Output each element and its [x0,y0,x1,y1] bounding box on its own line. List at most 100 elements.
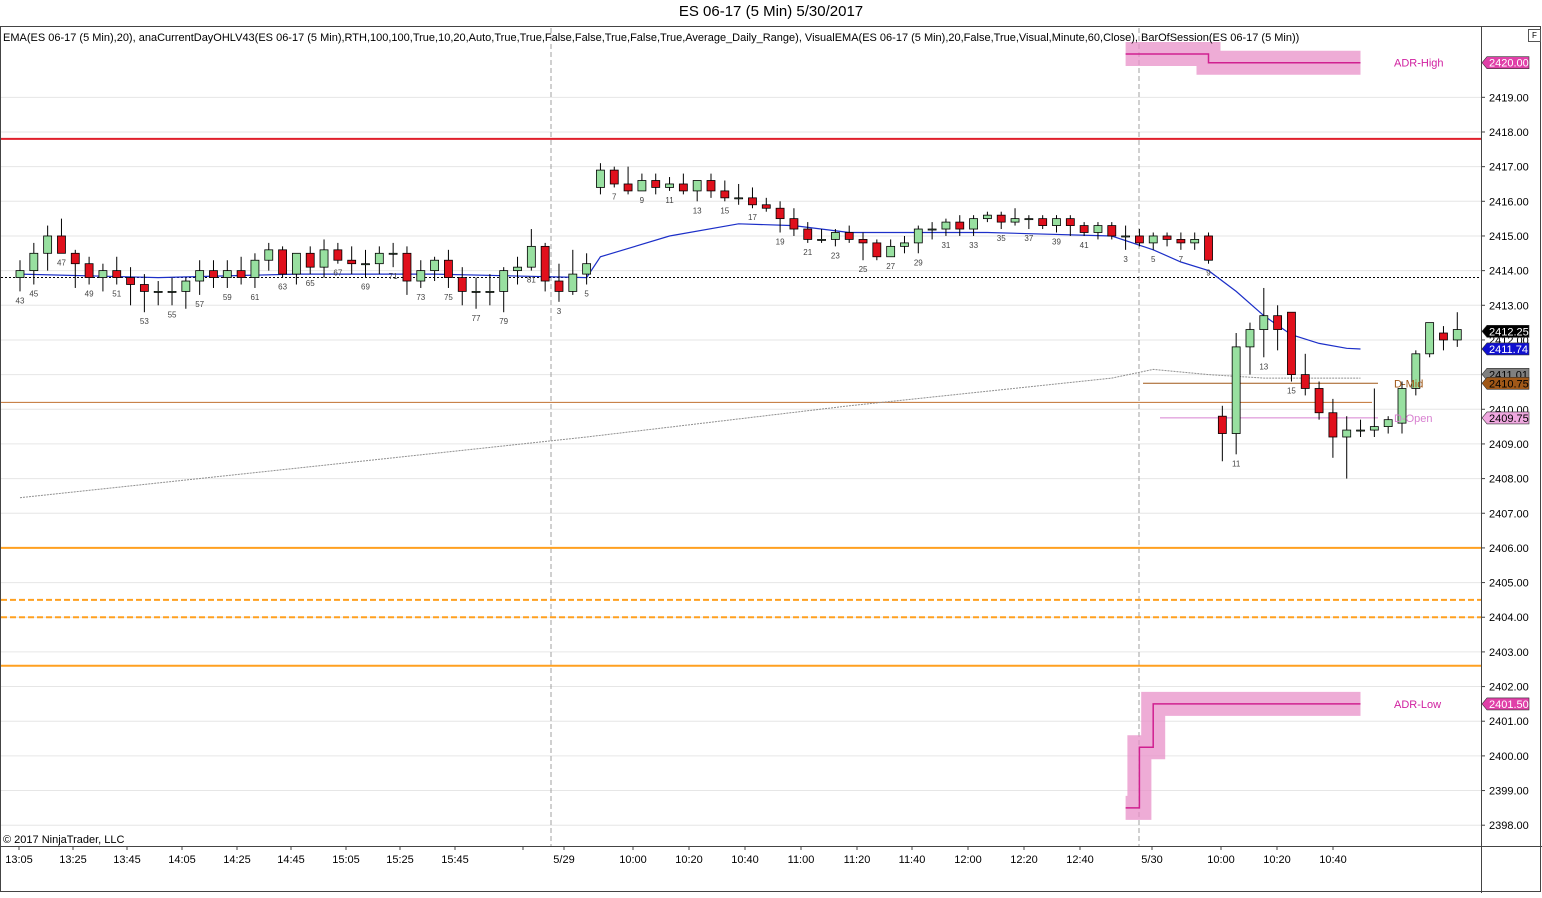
bar-number-label: 43 [16,296,25,305]
candle-body [1259,315,1269,330]
candle-body [554,280,564,292]
copyright-label: © 2017 NinjaTrader, LLC [3,834,125,846]
x-tick-label: 13:05 [5,854,33,866]
candle [374,246,384,275]
candle [444,249,453,288]
price-chart[interactable]: 2398.00 2399.00 2400.00 2401.00 2402.00 2403.… [0,26,1542,893]
bar-number-label: 73 [416,293,425,302]
candle-body [1439,332,1448,341]
y-tick-label: 2408.00 [1489,474,1529,486]
candle [153,281,163,306]
x-tick-label: 15:45 [441,854,469,866]
candle [1052,215,1061,233]
x-tick-label: 12:00 [954,854,982,866]
y-tick-label: 2404.00 [1489,612,1529,624]
candle-body [941,221,951,230]
candle [637,173,647,192]
candle [996,211,1006,230]
candle [236,256,246,285]
candle-body [1038,218,1048,226]
candle [761,197,771,212]
candle [1231,333,1241,455]
candle [1176,232,1186,250]
candle-body [29,252,39,272]
candle [1079,222,1089,236]
candle-body [236,270,246,278]
candle-body [609,169,619,185]
y-tick-label: 2406.00 [1489,543,1529,555]
x-tick-label: 15:05 [332,854,360,866]
candle-body [582,263,592,275]
candle [554,263,564,302]
price-badge: 2409.75 [1481,411,1530,425]
candle [1038,215,1048,230]
candle-body [955,221,965,230]
candle-body [471,291,481,293]
candle-body [983,214,992,220]
chart-window-title: ES 06-17 (5 Min) 5/30/2017 [678,3,864,20]
candle [1356,419,1365,437]
candle-body [444,259,453,278]
candle [361,249,370,278]
x-tick-label: 11:40 [899,854,926,866]
candle [913,225,923,254]
bar-number-label: 59 [223,293,232,302]
candle [1217,405,1227,462]
bar-number-label: 65 [306,279,315,288]
candle-body [817,239,826,241]
candle-body [1024,218,1034,221]
candle [139,274,149,313]
bar-number-label: 23 [831,251,840,260]
candle [665,177,674,191]
candle-body [734,197,744,200]
candle-body [969,218,978,230]
bar-number-label: 25 [859,265,868,274]
candle-body [513,266,522,272]
y-tick-label: 2419.00 [1489,92,1529,104]
candle [582,253,592,285]
candle-body [996,214,1006,223]
candle-body [1342,429,1352,438]
format-button[interactable]: F [1528,29,1541,42]
candle [748,187,757,209]
candle [347,246,357,275]
candle-body [388,252,398,255]
candle [1425,322,1435,358]
candle-body [1162,235,1172,240]
price-badge-text: 2411.74 [1489,344,1528,356]
y-tick-label: 2401.00 [1489,716,1529,728]
chart-panel[interactable]: 2398.00 2399.00 2400.00 2401.00 2402.00 2403.… [0,26,1542,893]
candle-body [900,242,909,247]
adr-low-label: ADR-Low [1394,699,1441,711]
ema-line [19,223,1361,350]
candle-body [803,228,813,240]
x-tick-label: 13:45 [113,854,141,866]
candle-body [305,252,315,268]
bar-number-label: 41 [1080,241,1089,250]
candle [305,246,315,275]
bar-number-label: 57 [195,300,204,309]
bar-number-label: 45 [29,289,38,298]
candle-body [416,270,426,282]
candle [43,225,53,271]
y-tick-label: 2402.00 [1489,682,1529,694]
x-tick-label: 14:45 [277,854,305,866]
candle [1162,232,1172,247]
y-tick-label: 2414.00 [1489,266,1529,278]
candle [250,253,260,288]
candle [70,249,80,288]
candle-body [1217,415,1227,434]
candle-body [333,249,343,261]
x-tick-label: 14:05 [168,854,196,866]
candle [1314,381,1324,420]
bar-number-label: 37 [1024,234,1033,243]
candle [900,235,909,254]
candle-body [568,273,578,292]
candle [333,242,343,264]
candle-body [167,291,177,293]
candle-body [913,228,923,244]
bar-number-label: 19 [776,238,785,247]
candle [513,256,522,285]
candle [1439,326,1448,351]
bar-number-label: 33 [969,241,978,250]
